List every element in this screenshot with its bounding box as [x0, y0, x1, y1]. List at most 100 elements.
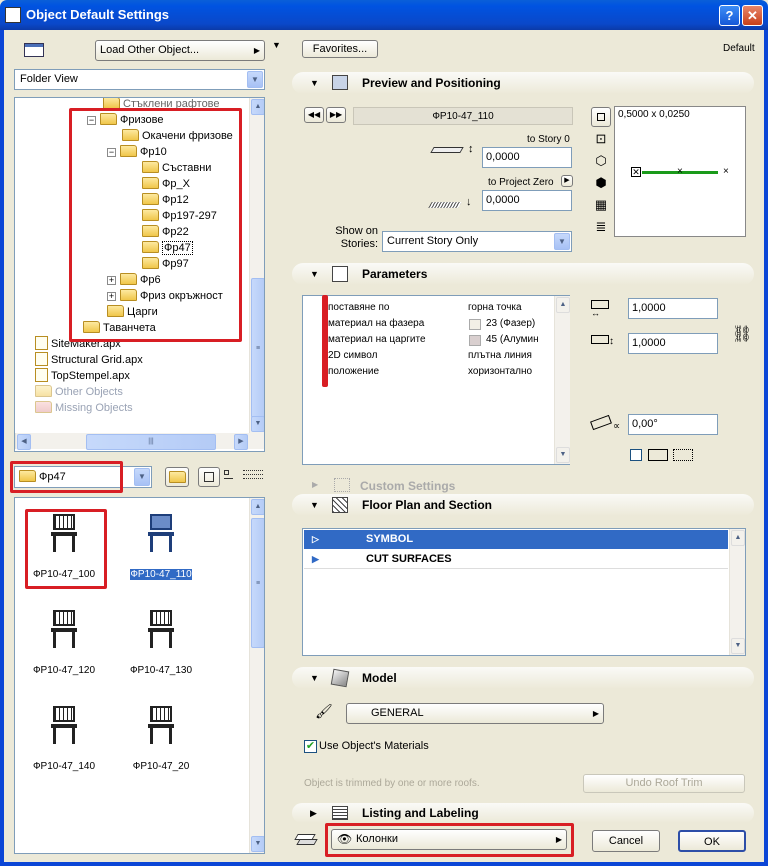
tree-node[interactable]: Съставни: [142, 160, 211, 176]
3d-shaded-icon[interactable]: ⬢: [593, 175, 609, 191]
param-value[interactable]: горна точка: [468, 300, 540, 316]
floor-plan-scrollbar[interactable]: ▲ ▼: [729, 529, 745, 655]
scroll-thumb[interactable]: ≡: [251, 278, 264, 418]
load-other-object-button[interactable]: Load Other Object... ▶: [95, 40, 265, 61]
object-item-label[interactable]: ФР10-47_110: [130, 569, 192, 580]
param-name[interactable]: поставяне по: [328, 300, 389, 316]
preview-section-header[interactable]: ▼ Preview and Positioning: [292, 72, 754, 94]
layer-dropdown[interactable]: 👁 Колонки ▶: [331, 829, 567, 850]
folder-tree[interactable]: Стъклени рафтове − Фризове Окачени фризове −…: [14, 97, 265, 452]
tree-node[interactable]: Фр22: [142, 224, 189, 240]
object-item-label[interactable]: ФР10-47_130: [106, 665, 216, 676]
chair-object-icon[interactable]: [49, 706, 79, 744]
tree-node[interactable]: Фр47: [142, 240, 193, 256]
chair-object-icon[interactable]: [49, 514, 79, 552]
show-on-stories-select[interactable]: Current Story Only ▼: [382, 231, 572, 252]
to-story-input[interactable]: 0,0000: [482, 147, 572, 168]
floor-plan-section-header[interactable]: ▼ Floor Plan and Section: [292, 494, 754, 516]
tree-node[interactable]: + Фр6: [107, 272, 161, 288]
tree-node[interactable]: Фр12: [142, 192, 189, 208]
cancel-button[interactable]: Cancel: [592, 830, 660, 852]
tree-node[interactable]: − Фр10: [107, 144, 167, 160]
3d-wireframe-icon[interactable]: ⬡: [593, 153, 609, 169]
scroll-down-icon[interactable]: ▼: [556, 447, 570, 463]
model-section-header[interactable]: ▼ Model: [292, 667, 754, 689]
project-zero-arrow-icon[interactable]: ▶: [561, 175, 573, 187]
expand-icon[interactable]: +: [107, 276, 116, 285]
small-icons-icon[interactable]: [224, 470, 238, 484]
tree-node[interactable]: Missing Objects: [35, 400, 133, 416]
film-icon[interactable]: ▦: [593, 197, 609, 213]
angle-input[interactable]: 0,00°: [628, 414, 718, 435]
tree-node[interactable]: + Фриз окръжност: [107, 288, 223, 304]
cut-surfaces-row[interactable]: ▶ CUT SURFACES: [304, 550, 728, 569]
panel-menu-arrow-icon[interactable]: ▼: [272, 40, 281, 50]
param-value[interactable]: плътна линия: [468, 348, 540, 364]
scroll-up-icon[interactable]: ▲: [251, 99, 264, 115]
chair-object-icon[interactable]: [146, 706, 176, 744]
tree-node[interactable]: Царги: [107, 304, 158, 320]
large-icons-button[interactable]: [198, 467, 220, 487]
list-view-icon[interactable]: [243, 470, 263, 484]
scroll-right-icon[interactable]: ▶: [234, 434, 248, 450]
object-item-label[interactable]: ФР10-47_140: [15, 761, 119, 772]
floor-plan-list[interactable]: ▷ SYMBOL ▶ CUT SURFACES ▲ ▼: [302, 528, 746, 656]
expand-icon[interactable]: +: [107, 292, 116, 301]
folder-up-button[interactable]: [165, 467, 189, 487]
depth-input[interactable]: 1,0000: [628, 333, 718, 354]
tree-node[interactable]: Structural Grid.apx: [35, 352, 143, 368]
object-item-label[interactable]: ФР10-47_20: [106, 761, 216, 772]
current-folder-select[interactable]: Фр47 ▼: [14, 466, 152, 488]
favorites-button[interactable]: Favorites...: [302, 40, 378, 58]
next-object-button[interactable]: ▶▶: [326, 107, 346, 123]
objects-scrollbar[interactable]: ▲ ≡ ▼: [249, 498, 264, 853]
scroll-down-icon[interactable]: ▼: [731, 638, 745, 654]
param-name[interactable]: положение: [328, 364, 379, 380]
object-item-label[interactable]: ФР10-47_120: [15, 665, 119, 676]
section-view-icon[interactable]: ⊡: [593, 131, 609, 147]
listing-section-header[interactable]: ▶ Listing and Labeling: [292, 803, 754, 823]
tree-node[interactable]: TopStempel.apx: [35, 368, 130, 384]
param-value[interactable]: 23 (Фазер): [486, 316, 540, 332]
close-button[interactable]: ✕: [742, 5, 763, 26]
list-icon[interactable]: ≣: [593, 219, 609, 235]
use-materials-checkbox[interactable]: ✔: [304, 740, 317, 753]
tree-node[interactable]: Окачени фризове: [122, 128, 233, 144]
object-item-label[interactable]: ФР10-47_100: [15, 569, 119, 580]
tree-node[interactable]: Фр97: [142, 256, 189, 272]
param-value[interactable]: 45 (Алумин: [486, 332, 540, 348]
tree-node[interactable]: Фр_X: [142, 176, 190, 192]
scroll-thumb[interactable]: ≡: [251, 518, 264, 648]
tree-vertical-scrollbar[interactable]: ▲ ≡ ▼: [249, 98, 264, 433]
object-browser[interactable]: ФР10-47_100 ФР10-47_110 ФР10-47_120 ФР10-47…: [14, 497, 265, 854]
mirror-checkbox[interactable]: [630, 449, 642, 461]
scroll-up-icon[interactable]: ▲: [556, 297, 570, 313]
preview-2d-button[interactable]: [591, 107, 611, 127]
scroll-up-icon[interactable]: ▲: [731, 530, 745, 546]
param-name[interactable]: 2D символ: [328, 348, 377, 364]
tree-horizontal-scrollbar[interactable]: ◀ ||| ▶: [15, 433, 264, 450]
parameters-scrollbar[interactable]: ▲ ▼: [554, 296, 570, 464]
tree-node[interactable]: Стъклени рафтове: [103, 98, 220, 112]
chair-object-icon[interactable]: [146, 610, 176, 648]
symbol-row[interactable]: ▷ SYMBOL: [304, 530, 728, 549]
tree-node[interactable]: Фр197-297: [142, 208, 217, 224]
collapse-icon[interactable]: −: [87, 116, 96, 125]
param-name[interactable]: материал на царгите: [328, 332, 426, 348]
scroll-down-icon[interactable]: ▼: [251, 836, 264, 852]
param-name[interactable]: материал на фазера: [328, 316, 424, 332]
tree-node[interactable]: Таванчета: [83, 320, 156, 336]
parameters-section-header[interactable]: ▼ Parameters: [292, 263, 754, 285]
collapse-icon[interactable]: −: [107, 148, 116, 157]
undo-roof-trim-button[interactable]: Undo Roof Trim: [583, 774, 745, 793]
param-value[interactable]: хоризонтално: [468, 364, 540, 380]
scroll-left-icon[interactable]: ◀: [17, 434, 31, 450]
help-button[interactable]: ?: [719, 5, 740, 26]
project-zero-input[interactable]: 0,0000: [482, 190, 572, 211]
chain-link-icon[interactable]: ⛓: [732, 327, 752, 343]
scroll-down-icon[interactable]: ▼: [251, 416, 264, 432]
view-options-icon[interactable]: [22, 40, 48, 60]
view-mode-select[interactable]: Folder View ▼: [14, 69, 265, 90]
hscroll-thumb[interactable]: |||: [86, 434, 216, 450]
model-dropdown[interactable]: GENERAL ▶: [346, 703, 604, 724]
